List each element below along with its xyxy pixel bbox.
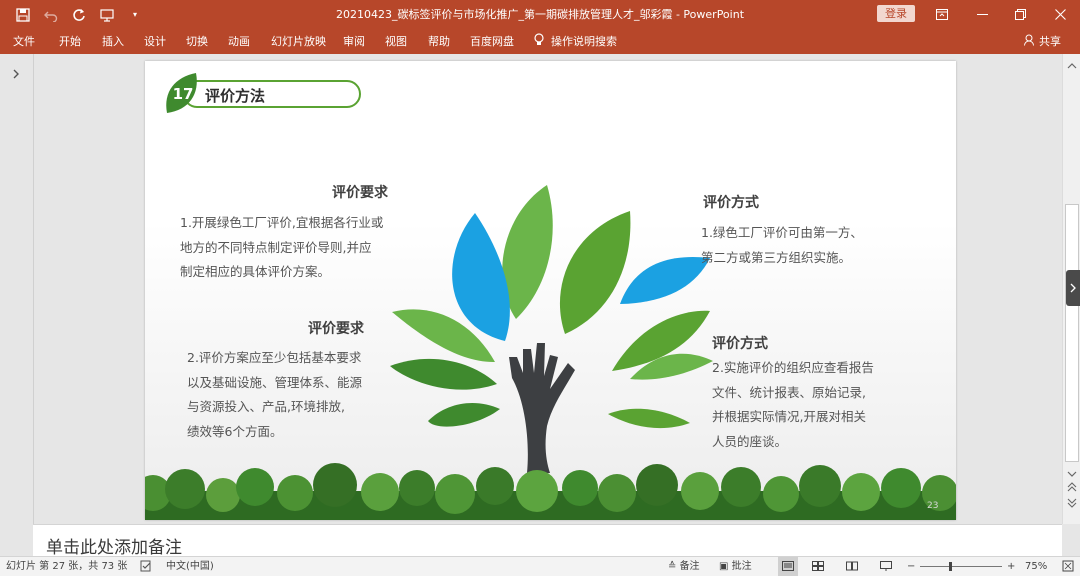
status-bar: 幻灯片 第 27 张，共 73 张 中文(中国) ≙ 备注 ▣ 批注 − + 7… [0, 556, 1080, 576]
notes-placeholder: 单击此处添加备注 [46, 538, 182, 558]
login-button[interactable]: 登录 [877, 5, 915, 22]
tab-design[interactable]: 设计 [144, 29, 166, 54]
reading-view-icon[interactable] [846, 557, 858, 576]
block2-heading: 评价要求 [308, 321, 364, 337]
block2-text: 2.评价方案应至少包括基本要求 以及基础设施、管理体系、能源 与资源投入、产品,… [187, 346, 362, 444]
block4-text: 2.实施评价的组织应查看报告 文件、统计报表、原始记录, 并根据实际情况,开展对… [712, 356, 874, 454]
tell-me-search[interactable]: 操作说明搜索 [534, 29, 617, 54]
tab-baidu-netdisk[interactable]: 百度网盘 [470, 29, 514, 54]
tab-slideshow[interactable]: 幻灯片放映 [271, 29, 326, 54]
comments-toggle[interactable]: ▣ 批注 [719, 557, 752, 576]
notes-icon: ≙ [668, 561, 680, 572]
block4-line: 并根据实际情况,开展对相关 [712, 409, 866, 424]
side-panel-expand-tab[interactable] [1066, 270, 1080, 306]
present-from-start-icon[interactable] [96, 4, 118, 26]
block2-line: 以及基础设施、管理体系、能源 [187, 374, 363, 390]
tab-home[interactable]: 开始 [59, 29, 81, 54]
save-icon[interactable] [12, 4, 34, 26]
block1-line: 制定相应的具体评价方案。 [180, 264, 331, 279]
close-icon[interactable] [1040, 0, 1080, 29]
block1-text: 1.开展绿色工厂评价,宜根据各行业或 地方的不同特点制定评价导则,并应 制定相应… [180, 211, 383, 285]
block1-line: 1.开展绿色工厂评价,宜根据各行业或 [180, 215, 384, 230]
block4-line: 文件、统计报表、原始记录, [712, 384, 866, 400]
share-label: 共享 [1039, 35, 1061, 48]
next-slide-icon[interactable] [1066, 494, 1078, 508]
block3-line: 第二方或第三方组织实施。 [701, 249, 852, 265]
previous-slide-icon[interactable] [1066, 478, 1078, 492]
share-button[interactable]: 共享 [1024, 29, 1061, 54]
block1-line: 地方的不同特点制定评价导则,并应 [180, 239, 372, 255]
block3-line: 1.绿色工厂评价可由第一方、 [701, 225, 863, 240]
language-indicator[interactable]: 中文(中国) [166, 557, 214, 576]
undo-icon[interactable] [40, 4, 62, 26]
ribbon-tabs: 文件 开始 插入 设计 切换 动画 幻灯片放映 审阅 视图 帮助 百度网盘 操作… [0, 29, 1080, 54]
block2-line: 绩效等6个方面。 [187, 423, 283, 439]
normal-view-icon[interactable] [778, 557, 798, 576]
tab-insert[interactable]: 插入 [102, 29, 124, 54]
block3-text: 1.绿色工厂评价可由第一方、 第二方或第三方组织实施。 [701, 221, 863, 270]
restore-icon[interactable] [1000, 0, 1040, 29]
expand-thumbnails-icon[interactable] [9, 66, 23, 80]
minimize-icon[interactable] [962, 0, 1002, 29]
zoom-slider-thumb[interactable] [949, 562, 952, 571]
slide-canvas[interactable]: 17 评价方法 23 评价要求 1.开展绿色工厂评价,宜根据各行业或 地方的不同… [145, 61, 956, 520]
slide-sorter-icon[interactable] [812, 557, 824, 576]
bush-decoration [145, 463, 956, 520]
block1-heading: 评价要求 [332, 185, 388, 201]
comments-toggle-label: 批注 [731, 561, 752, 572]
comment-icon: ▣ [719, 561, 732, 572]
tell-me-label: 操作说明搜索 [551, 35, 617, 48]
scroll-up-icon[interactable] [1066, 56, 1078, 69]
tab-review[interactable]: 审阅 [343, 29, 365, 54]
fit-to-window-icon[interactable] [1062, 557, 1074, 576]
block3-heading: 评价方式 [703, 195, 759, 211]
quick-access-toolbar: ▾ [6, 0, 146, 29]
zoom-slider[interactable] [920, 562, 1002, 571]
notes-pane[interactable]: 单击此处添加备注 [33, 524, 1062, 558]
document-title: 20210423_碳标签评价与市场化推广_第一期碳排放管理人才_邬彩霞 - Po… [335, 8, 745, 21]
zoom-level[interactable]: 75% [1025, 557, 1047, 576]
zoom-in-button[interactable]: + [1007, 557, 1015, 576]
scroll-thumb[interactable] [1065, 204, 1079, 462]
slide-page-number: 23 [927, 501, 939, 511]
lightbulb-icon [534, 30, 544, 55]
customize-qat-icon[interactable]: ▾ [124, 4, 146, 26]
block4-heading: 评价方式 [712, 336, 768, 352]
slideshow-view-icon[interactable] [880, 557, 892, 576]
block2-line: 2.评价方案应至少包括基本要求 [187, 350, 362, 365]
redo-icon[interactable] [68, 4, 90, 26]
spellcheck-icon[interactable] [140, 557, 152, 576]
scroll-down-icon[interactable] [1066, 464, 1078, 477]
notes-toggle[interactable]: ≙ 备注 [668, 557, 700, 576]
notes-toggle-label: 备注 [679, 561, 700, 572]
tab-view[interactable]: 视图 [385, 29, 407, 54]
title-bar: ▾ 20210423_碳标签评价与市场化推广_第一期碳排放管理人才_邬彩霞 - … [0, 0, 1080, 29]
person-icon [1024, 30, 1036, 55]
tab-file[interactable]: 文件 [13, 29, 35, 54]
zoom-out-button[interactable]: − [907, 557, 915, 576]
tab-animations[interactable]: 动画 [228, 29, 250, 54]
tab-transitions[interactable]: 切换 [186, 29, 208, 54]
tab-help[interactable]: 帮助 [428, 29, 450, 54]
slide-counter: 幻灯片 第 27 张，共 73 张 [6, 561, 128, 572]
block4-line: 人员的座谈。 [712, 433, 788, 449]
block4-line: 2.实施评价的组织应查看报告 [712, 360, 874, 375]
thumbnail-pane-collapsed [0, 54, 34, 524]
ribbon-display-icon[interactable] [922, 0, 962, 29]
block2-line: 与资源投入、产品,环境排放, [187, 399, 345, 414]
